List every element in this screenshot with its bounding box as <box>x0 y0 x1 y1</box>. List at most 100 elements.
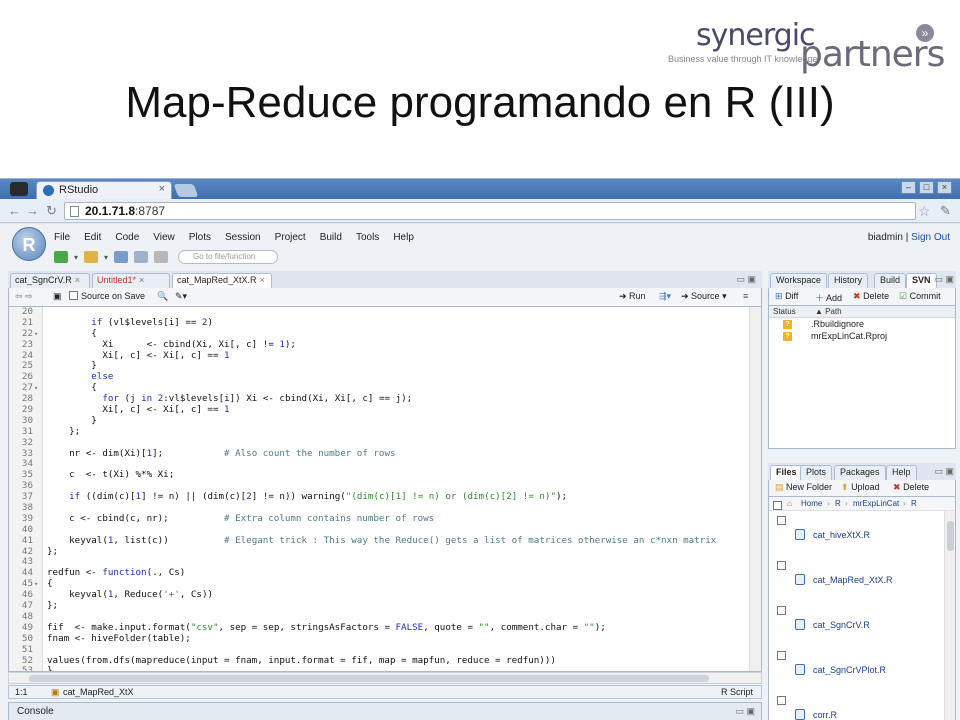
code-line[interactable]: 51 <box>9 644 749 656</box>
menu-item-help[interactable]: Help <box>393 232 414 243</box>
fold-toggle-icon[interactable]: ▾ <box>34 329 38 340</box>
file-link[interactable]: cat_SgnCrVPlot.R <box>813 665 886 675</box>
back-arrow-icon[interactable]: ← <box>8 203 21 218</box>
close-window-icon[interactable]: × <box>937 181 952 194</box>
scroll-thumb[interactable] <box>29 675 709 682</box>
add-button[interactable]: ＋ Add <box>815 291 842 304</box>
forward-arrow-icon[interactable]: → <box>26 203 39 218</box>
file-checkbox[interactable] <box>777 516 786 525</box>
new-folder-button[interactable]: ▤ New Folder <box>775 482 832 493</box>
scroll-thumb[interactable] <box>947 521 954 551</box>
tab-workspace[interactable]: Workspace <box>770 273 827 288</box>
new-tab-button[interactable] <box>173 184 199 197</box>
goto-file-input[interactable]: Go to file/function <box>178 250 278 264</box>
address-bar[interactable]: 20.1.71.8:8787 <box>64 202 916 220</box>
dropdown-arrow-icon[interactable]: ▾ <box>74 253 78 262</box>
tab-build[interactable]: Build <box>874 273 907 288</box>
horizontal-scrollbar[interactable] <box>8 672 762 684</box>
code-line[interactable]: 46 keyval(1, Reduce('+', Cs)) <box>9 589 749 601</box>
code-line[interactable]: 25 } <box>9 361 749 372</box>
menu-item-file[interactable]: File <box>54 232 70 243</box>
wand-icon[interactable]: ✎▾ <box>175 291 187 302</box>
file-link[interactable]: corr.R <box>813 710 837 720</box>
menu-item-build[interactable]: Build <box>320 232 342 243</box>
sign-out-link[interactable]: Sign Out <box>911 232 950 243</box>
file-row[interactable]: cat_MapRed_XtX.R <box>769 557 945 602</box>
console-pane[interactable]: Console ▭ ▣ <box>8 702 762 720</box>
code-line[interactable]: 23 Xi <- cbind(Xi, Xi[, c] != 1); <box>9 339 749 351</box>
browser-tab-rstudio[interactable]: RStudio × <box>36 181 172 199</box>
minimize-icon[interactable]: – <box>901 181 916 194</box>
menu-item-session[interactable]: Session <box>225 232 261 243</box>
code-line[interactable]: 44 redfun <- function(., Cs) <box>9 567 749 579</box>
upload-button[interactable]: ⬆ Upload <box>841 482 880 493</box>
dropdown-arrow-icon[interactable]: ▾ <box>104 253 108 262</box>
search-icon[interactable]: 🔍 <box>157 291 168 302</box>
file-checkbox[interactable] <box>777 696 786 705</box>
file-link[interactable]: cat_MapRed_XtX.R <box>813 575 893 585</box>
code-line[interactable]: 37 if ((dim(c)[1] != n) || (dim(c)[2] !=… <box>9 491 749 503</box>
new-file-icon[interactable] <box>54 251 68 263</box>
scope-selector[interactable]: cat_MapRed_XtX <box>63 687 134 697</box>
breadcrumb-project[interactable]: mrExpLinCat <box>853 499 899 508</box>
tab-svn[interactable]: SVN <box>906 273 937 288</box>
svn-row[interactable]: ? mrExpLinCat.Rproj <box>769 331 955 343</box>
tab-help[interactable]: Help <box>886 465 917 480</box>
file-checkbox[interactable] <box>777 561 786 570</box>
breadcrumb-r[interactable]: R <box>835 499 841 508</box>
home-icon[interactable]: ⌂ <box>787 499 792 508</box>
delete-button[interactable]: ✖ Delete <box>853 291 889 302</box>
run-button[interactable]: ➜ Run <box>619 291 646 302</box>
code-line[interactable]: 26 else <box>9 371 749 383</box>
tab-files[interactable]: Files <box>770 465 803 480</box>
back-icon[interactable]: ⇦ ⇨ <box>15 291 33 302</box>
pane-minmax-icon[interactable]: ▭ ▣ <box>934 274 954 285</box>
menu-item-code[interactable]: Code <box>115 232 139 243</box>
close-tab-icon[interactable]: × <box>260 275 265 285</box>
code-line[interactable]: 39 c <- cbind(c, nr); # Extra column con… <box>9 513 749 525</box>
files-scrollbar[interactable] <box>944 511 955 720</box>
code-line[interactable]: 24 Xi[, c] <- Xi[, c] == 1 <box>9 350 749 362</box>
code-line[interactable]: 47}; <box>9 600 749 612</box>
close-tab-icon[interactable]: × <box>139 275 144 285</box>
restore-icon[interactable]: □ <box>919 181 934 194</box>
pane-minmax-icon[interactable]: ▭ ▣ <box>934 466 954 477</box>
svn-status-header[interactable]: Status <box>773 307 796 316</box>
menu-item-edit[interactable]: Edit <box>84 232 101 243</box>
bookmark-star-icon[interactable]: ☆ <box>918 203 931 220</box>
svn-path-header[interactable]: ▲ Path <box>815 307 842 316</box>
rerun-icon[interactable]: ⇶▾ <box>659 291 671 302</box>
tab-history[interactable]: History <box>828 273 869 288</box>
save-icon[interactable]: ▣ <box>53 291 62 302</box>
svn-row[interactable]: ? .Rbuildignore <box>769 319 955 331</box>
code-editor[interactable]: 20 21 if (vl$levels[i] == 2) 22 ▾ {23 Xi <-… <box>8 306 762 672</box>
close-tab-icon[interactable]: × <box>75 275 80 285</box>
file-link[interactable]: cat_hiveXtX.R <box>813 530 870 540</box>
code-line[interactable]: 21 if (vl$levels[i] == 2) <box>9 317 749 329</box>
save-icon[interactable] <box>114 251 129 263</box>
code-line[interactable]: 35 c <- t(Xi) %*% Xi; <box>9 469 749 481</box>
code-line[interactable]: 52 values(from.dfs(mapreduce(input = fnam… <box>9 655 749 667</box>
code-line[interactable]: 33 nr <- dim(Xi)[1]; # Also count the nu… <box>9 448 749 460</box>
file-checkbox[interactable] <box>777 606 786 615</box>
file-checkbox[interactable] <box>777 651 786 660</box>
save-all-icon[interactable] <box>134 251 149 263</box>
tab-untitled1[interactable]: Untitled1* × <box>92 273 170 288</box>
reload-icon[interactable]: ↻ <box>46 203 57 219</box>
print-icon[interactable] <box>154 251 169 263</box>
file-row[interactable]: cat_SgnCrVPlot.R <box>769 647 945 692</box>
menu-item-project[interactable]: Project <box>275 232 306 243</box>
vertical-scrollbar[interactable] <box>749 307 761 671</box>
code-line[interactable]: 42}; <box>9 546 749 558</box>
menu-item-tools[interactable]: Tools <box>356 232 379 243</box>
source-on-save-checkbox[interactable]: Source on Save <box>69 291 145 301</box>
breadcrumb-r-sub[interactable]: R <box>911 499 917 508</box>
code-line[interactable]: 31 }; <box>9 426 749 438</box>
menu-item-view[interactable]: View <box>153 232 175 243</box>
breadcrumb-home[interactable]: Home <box>801 499 822 508</box>
code-line[interactable]: 50 fnam <- hiveFolder(table); <box>9 633 749 645</box>
file-row[interactable]: cat_hiveXtX.R <box>769 512 945 557</box>
menu-item-plots[interactable]: Plots <box>189 232 211 243</box>
code-line[interactable]: 29 Xi[, c] <- Xi[, c] == 1 <box>9 404 749 416</box>
source-button[interactable]: ➜ Source ▾ <box>681 291 727 302</box>
